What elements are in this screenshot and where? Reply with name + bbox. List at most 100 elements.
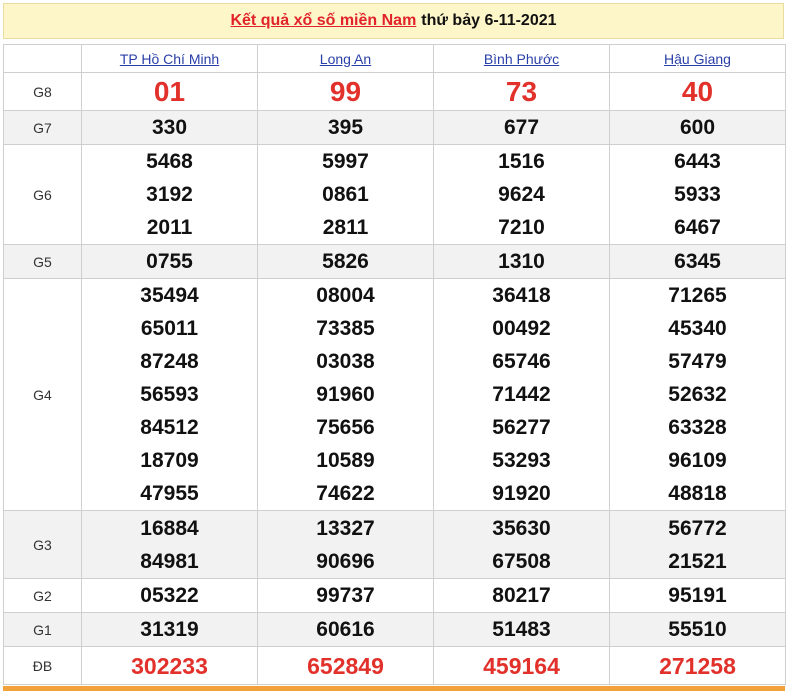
lottery-results-table: TP Hồ Chí Minh Long An Bình Phước Hậu Gi…	[3, 44, 786, 685]
province-header-3[interactable]: Hậu Giang	[609, 44, 786, 73]
prize-number: 1310	[498, 250, 545, 273]
province-link-1[interactable]: Long An	[320, 51, 371, 67]
prize-number: 5826	[322, 250, 369, 273]
prize-label: G5	[3, 244, 82, 279]
prize-cell: 60616	[257, 612, 434, 647]
prize-cell: 56772 21521	[609, 510, 786, 579]
province-header-0[interactable]: TP Hồ Chí Minh	[81, 44, 258, 73]
prize-row-3: G5 0755 5826 1310 6345	[3, 244, 786, 279]
prize-number: 5933	[674, 183, 721, 206]
prize-cell: 99	[257, 72, 434, 111]
prize-number: 0755	[146, 250, 193, 273]
prize-number: 74622	[316, 482, 375, 505]
prize-number: 53293	[492, 449, 551, 472]
prize-number: 99737	[316, 584, 375, 607]
province-link-3[interactable]: Hậu Giang	[664, 51, 731, 67]
prize-number: 271258	[659, 652, 736, 679]
prize-number: 63328	[668, 416, 727, 439]
prize-cell: 80217	[433, 578, 610, 613]
prize-number: 80217	[492, 584, 551, 607]
results-title-link[interactable]: Kết quả xổ số miền Nam	[230, 12, 416, 30]
prize-cell: 1516 9624 7210	[433, 144, 610, 245]
prize-cell: 330	[81, 110, 258, 145]
prize-number: 2811	[322, 216, 369, 239]
prize-cell: 1310	[433, 244, 610, 279]
prize-number: 73	[505, 75, 538, 107]
prize-cell: 40	[609, 72, 786, 111]
province-header-1[interactable]: Long An	[257, 44, 434, 73]
province-link-0[interactable]: TP Hồ Chí Minh	[120, 51, 219, 67]
prize-row-8: ĐB 302233 652849 459164 271258	[3, 646, 786, 685]
prize-number: 1516	[498, 150, 545, 173]
prize-number: 31319	[140, 618, 199, 641]
prize-cell: 652849	[257, 646, 434, 685]
prize-number: 6345	[674, 250, 721, 273]
prize-cell: 271258	[609, 646, 786, 685]
prize-number: 677	[503, 116, 540, 139]
prize-cell: 73	[433, 72, 610, 111]
prize-cell: 31319	[81, 612, 258, 647]
prize-number: 84512	[140, 416, 199, 439]
prize-number: 56277	[492, 416, 551, 439]
prize-number: 56593	[140, 383, 199, 406]
prize-number: 73385	[316, 317, 375, 340]
prize-label: G3	[3, 510, 82, 579]
prize-number: 18709	[140, 449, 199, 472]
prize-number: 10589	[316, 449, 375, 472]
prize-number: 5468	[146, 150, 193, 173]
prize-label: G6	[3, 144, 82, 245]
prize-cell: 302233	[81, 646, 258, 685]
prize-cell: 08004 73385 03038 91960 75656 10589 74622	[257, 278, 434, 511]
prize-number: 95191	[668, 584, 727, 607]
prize-number: 52632	[668, 383, 727, 406]
results-title-bar: Kết quả xổ số miền Nam thứ bảy 6-11-2021	[3, 3, 784, 39]
prize-number: 48818	[668, 482, 727, 505]
prize-cell: 459164	[433, 646, 610, 685]
prize-label: G8	[3, 72, 82, 111]
prize-table-body: G8 01 99 73 40 G7 330 395 677 600 G6 5468 3192 2011 59…	[3, 72, 786, 685]
province-link-2[interactable]: Bình Phước	[484, 51, 559, 67]
prize-number: 55510	[668, 618, 727, 641]
prize-number: 57479	[668, 350, 727, 373]
prize-column-header	[3, 44, 82, 73]
prize-number: 5997	[322, 150, 369, 173]
prize-number: 2011	[146, 216, 193, 239]
prize-number: 91960	[316, 383, 375, 406]
prize-cell: 99737	[257, 578, 434, 613]
prize-number: 71442	[492, 383, 551, 406]
prize-number: 00492	[492, 317, 551, 340]
prize-number: 60616	[316, 618, 375, 641]
prize-label: G7	[3, 110, 82, 145]
prize-number: 75656	[316, 416, 375, 439]
prize-number: 45340	[668, 317, 727, 340]
prize-cell: 16884 84981	[81, 510, 258, 579]
prize-number: 91920	[492, 482, 551, 505]
prize-cell: 677	[433, 110, 610, 145]
prize-number: 600	[679, 116, 716, 139]
prize-number: 16884	[140, 516, 199, 540]
prize-row-0: G8 01 99 73 40	[3, 72, 786, 111]
prize-row-1: G7 330 395 677 600	[3, 110, 786, 145]
province-header-2[interactable]: Bình Phước	[433, 44, 610, 73]
prize-number: 65011	[140, 317, 199, 340]
prize-cell: 5997 0861 2811	[257, 144, 434, 245]
prize-number: 35494	[140, 284, 199, 307]
prize-number: 35630	[492, 516, 551, 540]
prize-cell: 95191	[609, 578, 786, 613]
prize-label: G2	[3, 578, 82, 613]
prize-number: 01	[153, 75, 186, 107]
prize-row-5: G3 16884 84981 13327 90696 35630 67508 56772 215…	[3, 510, 786, 579]
prize-number: 13327	[316, 516, 375, 540]
prize-number: 6467	[674, 216, 721, 239]
prize-number: 40	[681, 75, 714, 107]
prize-cell: 05322	[81, 578, 258, 613]
prize-cell: 36418 00492 65746 71442 56277 53293 91920	[433, 278, 610, 511]
prize-cell: 5468 3192 2011	[81, 144, 258, 245]
prize-number: 302233	[131, 652, 208, 679]
prize-number: 08004	[316, 284, 375, 307]
results-date-text: thứ bảy 6-11-2021	[421, 12, 557, 29]
prize-cell: 35630 67508	[433, 510, 610, 579]
prize-number: 56772	[668, 516, 727, 540]
prize-number: 6443	[674, 150, 721, 173]
prize-cell: 5826	[257, 244, 434, 279]
